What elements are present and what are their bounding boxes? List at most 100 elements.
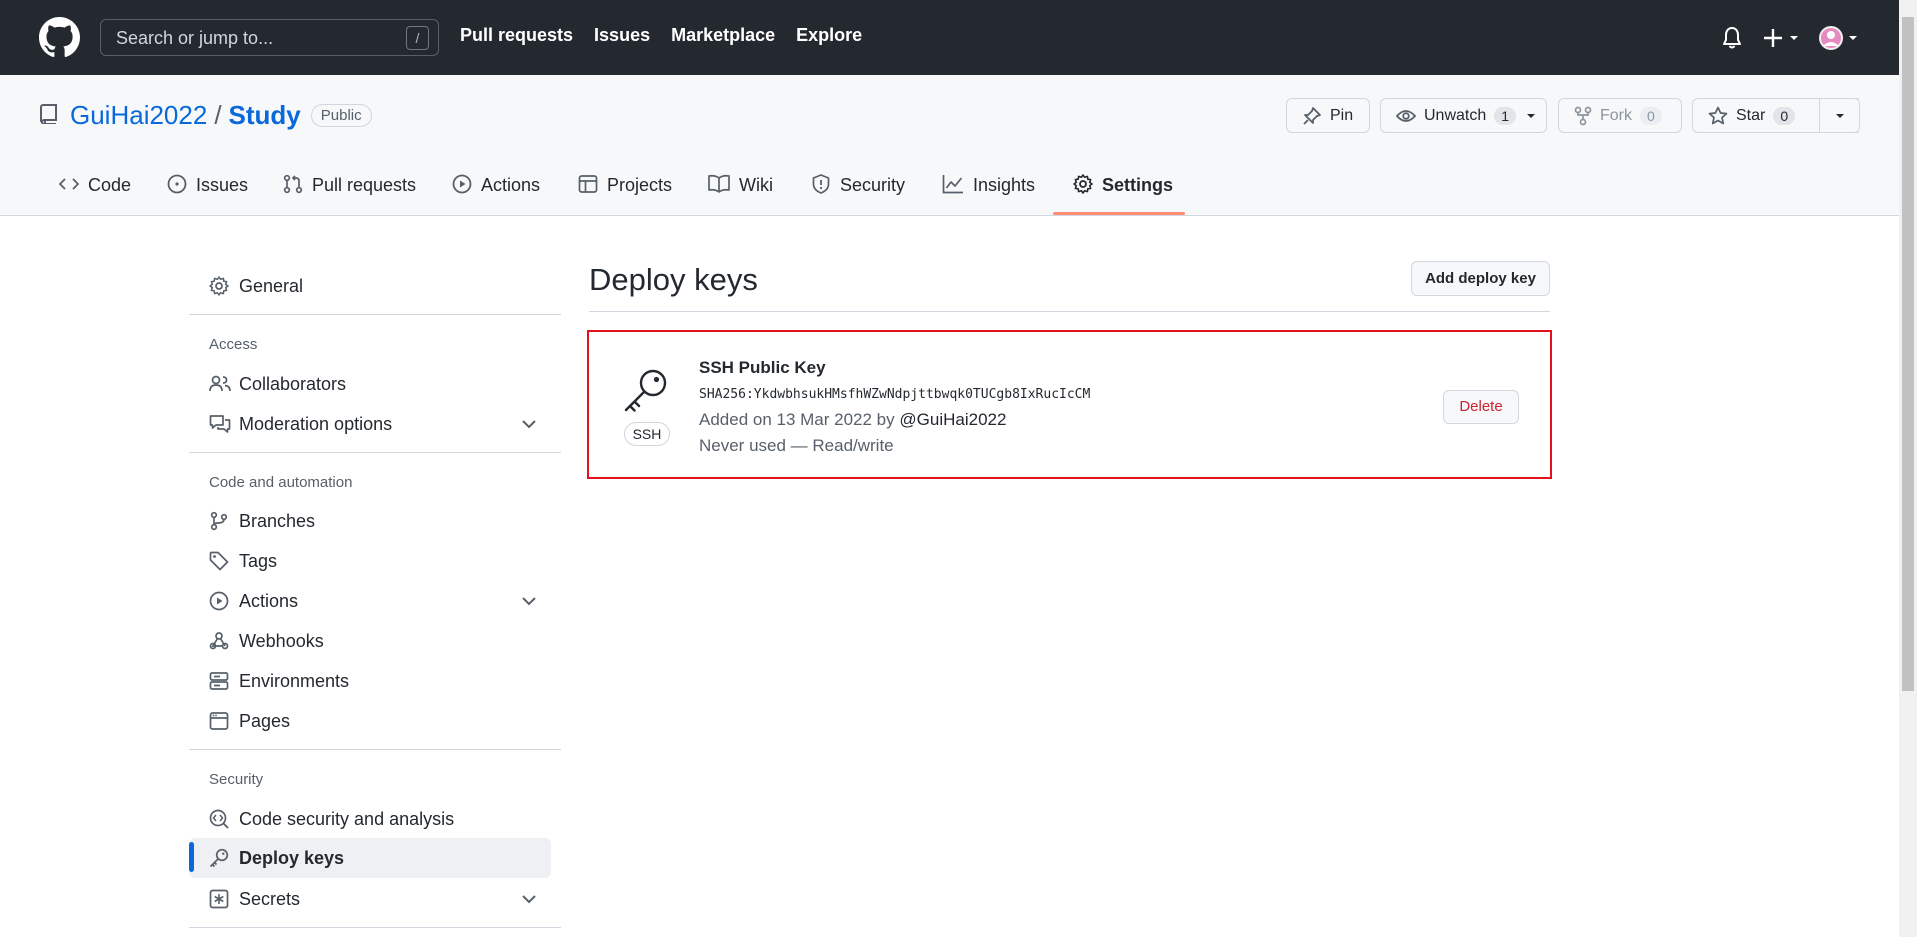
tab-label: Issues (196, 175, 249, 195)
sidebar-label: Code security and analysis (239, 808, 455, 829)
tag-icon (209, 551, 229, 571)
tab-actions[interactable]: Actions (452, 167, 540, 215)
sidebar-item-secrets[interactable]: Secrets (189, 880, 551, 918)
gear-icon (1073, 174, 1093, 194)
repo-separator: / (214, 100, 222, 130)
sidebar-heading-code-automation: Code and automation (209, 474, 353, 491)
chevron-down-icon (1525, 111, 1537, 121)
tab-code[interactable]: Code (59, 167, 131, 215)
nav-pull-requests[interactable]: Pull requests (460, 25, 573, 46)
book-icon (708, 174, 730, 194)
repo-name-link[interactable]: Study (229, 100, 301, 131)
add-deploy-key-button[interactable]: Add deploy key (1411, 261, 1550, 296)
sidebar-item-collaborators[interactable]: Collaborators (189, 365, 551, 403)
key-icon (622, 366, 670, 414)
sidebar-divider (189, 927, 561, 928)
sidebar-item-branches[interactable]: Branches (189, 502, 551, 540)
search-input[interactable]: Search or jump to... / (100, 19, 439, 56)
repo-owner-link[interactable]: GuiHai2022 (70, 100, 207, 131)
tab-projects[interactable]: Projects (578, 167, 672, 215)
fork-count: 0 (1640, 106, 1662, 125)
active-tab-underline (1053, 212, 1185, 215)
sidebar-label: Branches (239, 510, 316, 531)
codescan-icon (209, 809, 229, 829)
user-avatar-menu[interactable] (1819, 24, 1861, 52)
repo-title: GuiHai2022 / Study Public (70, 100, 372, 131)
sidebar-label: General (239, 275, 304, 296)
sidebar-item-moderation-options[interactable]: Moderation options (189, 405, 551, 443)
sidebar-label: Secrets (239, 888, 301, 909)
title-divider (589, 311, 1550, 312)
sidebar-item-tags[interactable]: Tags (189, 542, 551, 580)
watch-count: 1 (1494, 106, 1517, 125)
code-icon (59, 174, 79, 194)
create-new-plus-icon[interactable] (1764, 24, 1802, 52)
sidebar-divider (189, 452, 561, 453)
branch-icon (209, 511, 229, 531)
tab-pull-requests[interactable]: Pull requests (283, 167, 416, 215)
scrollbar-thumb[interactable] (1902, 17, 1914, 691)
nav-issues[interactable]: Issues (594, 25, 650, 46)
fork-button[interactable]: Fork 0 (1558, 98, 1682, 133)
sidebar-heading-access: Access (209, 336, 258, 353)
key-added-by-link[interactable]: @GuiHai2022 (899, 410, 1006, 429)
unwatch-button[interactable]: Unwatch 1 (1380, 98, 1547, 133)
key-added-text: Added on 13 Mar 2022 by (699, 410, 895, 429)
tab-issues[interactable]: Issues (167, 167, 248, 215)
tab-label: Pull requests (312, 175, 417, 195)
sidebar-label: Environments (239, 670, 350, 691)
pin-label: Pin (1330, 106, 1354, 124)
sidebar-item-deploy-keys[interactable]: Deploy keys (189, 838, 551, 878)
sidebar-label: Collaborators (239, 373, 347, 394)
fork-label: Fork (1600, 106, 1632, 124)
sidebar-label: Pages (239, 710, 291, 731)
star-list-dropdown[interactable] (1819, 98, 1860, 133)
chevron-down-icon (1834, 111, 1846, 121)
sidebar-item-pages[interactable]: Pages (189, 702, 551, 740)
sidebar-item-environments[interactable]: Environments (189, 662, 551, 700)
chevron-down-icon (521, 419, 537, 429)
asterisk-box-icon (209, 889, 229, 909)
play-icon (209, 591, 229, 611)
unwatch-label: Unwatch (1424, 106, 1487, 124)
play-icon (452, 174, 472, 194)
shield-icon (811, 174, 831, 194)
sidebar-item-code-security[interactable]: Code security and analysis (189, 800, 551, 838)
eye-icon (1396, 108, 1416, 124)
sidebar-active-indicator (189, 842, 194, 872)
tab-label: Projects (607, 175, 673, 195)
global-header: Search or jump to... / Pull requests Iss… (0, 0, 1899, 75)
tab-wiki[interactable]: Wiki (708, 167, 773, 215)
tab-label: Settings (1102, 175, 1174, 195)
slash-shortcut-key: / (406, 26, 429, 50)
comment-discussion-icon (209, 414, 231, 434)
star-label: Star (1736, 106, 1766, 124)
key-title: SSH Public Key (699, 358, 826, 377)
delete-key-button[interactable]: Delete (1443, 390, 1519, 424)
tab-label: Security (840, 175, 906, 195)
sidebar-item-actions[interactable]: Actions (189, 582, 551, 620)
page-title: Deploy keys (589, 262, 758, 297)
tab-label: Wiki (739, 175, 773, 195)
nav-explore[interactable]: Explore (796, 25, 862, 46)
sidebar-item-general[interactable]: General (189, 267, 551, 305)
tab-label: Actions (481, 175, 541, 195)
table-icon (578, 174, 598, 194)
pull-request-icon (283, 174, 303, 194)
sidebar-divider (189, 314, 561, 315)
tab-security[interactable]: Security (811, 167, 905, 215)
star-count: 0 (1773, 106, 1796, 125)
nav-marketplace[interactable]: Marketplace (671, 25, 775, 46)
pin-icon (1302, 106, 1322, 126)
tab-insights[interactable]: Insights (942, 167, 1035, 215)
key-added-info: Added on 13 Mar 2022 by @GuiHai2022 (699, 410, 1006, 430)
sidebar-item-webhooks[interactable]: Webhooks (189, 622, 551, 660)
tab-settings[interactable]: Settings (1073, 167, 1173, 215)
visibility-badge: Public (310, 104, 372, 127)
search-placeholder: Search or jump to... (116, 28, 274, 48)
github-logo-icon[interactable] (39, 17, 80, 58)
page-scrollbar[interactable] (1899, 0, 1917, 937)
bell-icon[interactable] (1721, 24, 1743, 52)
tab-label: Code (88, 175, 132, 195)
pin-button[interactable]: Pin (1286, 98, 1370, 133)
